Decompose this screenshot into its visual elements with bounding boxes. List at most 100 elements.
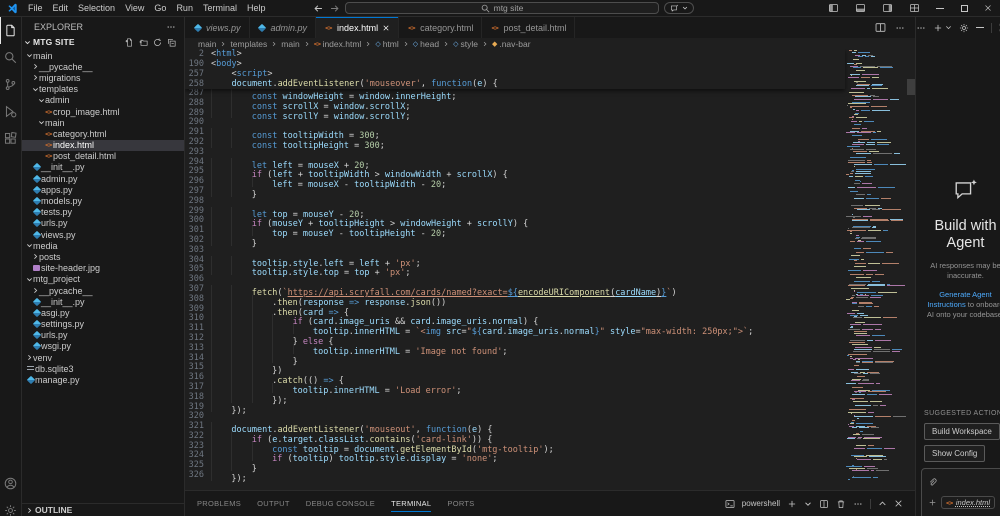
- toggle-panel-icon[interactable]: [855, 3, 866, 13]
- menu-help[interactable]: Help: [242, 0, 271, 16]
- panel-tab-terminal[interactable]: TERMINAL: [391, 496, 431, 512]
- chat-settings-gear-icon[interactable]: [959, 23, 969, 33]
- breadcrumb-item-style[interactable]: ◇style: [453, 39, 478, 49]
- tree-item-site-header.jpg[interactable]: site-header.jpg: [22, 263, 184, 274]
- tree-item-posts[interactable]: posts: [22, 251, 184, 262]
- tree-item-venv[interactable]: venv: [22, 352, 184, 363]
- tree-item-admin.py[interactable]: admin.py: [22, 173, 184, 184]
- minimize-button[interactable]: [928, 0, 952, 16]
- tree-item-index.html[interactable]: <>index.html: [22, 140, 184, 151]
- hide-panel-icon[interactable]: [976, 27, 984, 28]
- activity-run-and-debug[interactable]: [0, 98, 21, 125]
- activity-settings[interactable]: [0, 497, 21, 516]
- new-folder-icon[interactable]: [139, 38, 148, 47]
- copilot-menu-button[interactable]: [664, 2, 694, 14]
- tree-item-migrations[interactable]: migrations: [22, 72, 184, 83]
- tab-post_detail.html[interactable]: <>post_detail.html: [482, 17, 575, 38]
- tree-item-mtg_project[interactable]: mtg_project: [22, 274, 184, 285]
- panel-more-icon[interactable]: [853, 499, 863, 509]
- menu-terminal[interactable]: Terminal: [198, 0, 242, 16]
- tree-item-__pycache__[interactable]: __pycache__: [22, 285, 184, 296]
- refresh-icon[interactable]: [153, 38, 162, 47]
- context-chip[interactable]: <> index.html: [941, 496, 995, 509]
- activity-search[interactable]: [0, 44, 21, 71]
- chat-more-icon[interactable]: [916, 23, 926, 33]
- add-context-icon[interactable]: [928, 498, 937, 507]
- tree-item-asgi.py[interactable]: asgi.py: [22, 307, 184, 318]
- minimap[interactable]: [846, 49, 906, 490]
- tree-item-urls.py[interactable]: urls.py: [22, 218, 184, 229]
- menu-run[interactable]: Run: [171, 0, 198, 16]
- activity-account[interactable]: [0, 470, 21, 497]
- toggle-secondary-sidebar-icon[interactable]: [882, 3, 893, 13]
- breadcrumb-item-main[interactable]: main: [281, 39, 299, 49]
- tree-item-wsgi.py[interactable]: wsgi.py: [22, 341, 184, 352]
- tree-item-__init__.py[interactable]: __init__.py: [22, 162, 184, 173]
- tree-item-main[interactable]: main: [22, 50, 184, 61]
- tree-item-post_detail.html[interactable]: <>post_detail.html: [22, 151, 184, 162]
- action-button-build-workspace[interactable]: Build Workspace: [924, 423, 1000, 440]
- breadcrumb-item-head[interactable]: ◇head: [413, 39, 439, 49]
- tree-item-category.html[interactable]: <>category.html: [22, 128, 184, 139]
- menu-edit[interactable]: Edit: [48, 0, 74, 16]
- tab-views.py[interactable]: views.py: [185, 17, 250, 38]
- explorer-more-icon[interactable]: [166, 22, 176, 32]
- tree-item-models.py[interactable]: models.py: [22, 195, 184, 206]
- tree-item-apps.py[interactable]: apps.py: [22, 184, 184, 195]
- tab-admin.py[interactable]: admin.py: [250, 17, 317, 38]
- breadcrumb-item-nav-bar[interactable]: ◆.nav-bar: [492, 39, 531, 49]
- action-button-show-config[interactable]: Show Config: [924, 445, 985, 462]
- panel-tab-output[interactable]: OUTPUT: [257, 496, 290, 511]
- breadcrumb-item-templates[interactable]: templates: [230, 39, 267, 49]
- panel-tab-problems[interactable]: PROBLEMS: [197, 496, 241, 511]
- chat-input-box[interactable]: <> index.html Describe what to buil: [921, 468, 1000, 516]
- tree-item-tests.py[interactable]: tests.py: [22, 207, 184, 218]
- tree-item-media[interactable]: media: [22, 240, 184, 251]
- tab-index.html[interactable]: <>index.html: [316, 17, 399, 38]
- tree-item-settings.py[interactable]: settings.py: [22, 319, 184, 330]
- activity-source-control[interactable]: [0, 71, 21, 98]
- menu-view[interactable]: View: [120, 0, 149, 16]
- maximize-panel-icon[interactable]: [878, 499, 887, 508]
- outline-section[interactable]: OUTLINE: [22, 503, 184, 516]
- toggle-primary-sidebar-icon[interactable]: [828, 3, 839, 13]
- tree-item-urls.py[interactable]: urls.py: [22, 330, 184, 341]
- project-section-header[interactable]: MTG SITE: [22, 36, 184, 48]
- tab-category.html[interactable]: <>category.html: [399, 17, 482, 38]
- tree-item-__pycache__[interactable]: __pycache__: [22, 61, 184, 72]
- back-arrow-icon[interactable]: [313, 3, 324, 14]
- activity-extensions[interactable]: [0, 125, 21, 152]
- menu-selection[interactable]: Selection: [73, 0, 120, 16]
- terminal-dropdown-icon[interactable]: [804, 500, 812, 508]
- tree-item-main[interactable]: main: [22, 117, 184, 128]
- breadcrumb-item-html[interactable]: ◇html: [375, 39, 398, 49]
- maximize-button[interactable]: [952, 0, 976, 16]
- tree-item-views.py[interactable]: views.py: [22, 229, 184, 240]
- editor-scrollbar[interactable]: [907, 79, 915, 95]
- close-window-button[interactable]: [976, 0, 1000, 16]
- breadcrumb-item-main[interactable]: main: [198, 39, 216, 49]
- shell-label[interactable]: powershell: [742, 499, 780, 508]
- menu-file[interactable]: File: [23, 0, 48, 16]
- tree-item-crop_image.html[interactable]: <>crop_image.html: [22, 106, 184, 117]
- activity-explorer[interactable]: [0, 17, 21, 44]
- tree-item-admin[interactable]: admin: [22, 95, 184, 106]
- collapse-all-icon[interactable]: [167, 38, 176, 47]
- code-editor[interactable]: 2<html>190<body>257 <script>258 document…: [185, 49, 915, 490]
- new-terminal-icon[interactable]: [787, 499, 797, 509]
- panel-tab-ports[interactable]: PORTS: [447, 496, 474, 511]
- tree-item-db.sqlite3[interactable]: db.sqlite3: [22, 363, 184, 374]
- tree-item-templates[interactable]: templates: [22, 84, 184, 95]
- new-chat-button[interactable]: [933, 23, 952, 33]
- panel-tab-debug-console[interactable]: DEBUG CONSOLE: [306, 496, 375, 511]
- attach-context-icon[interactable]: [928, 478, 937, 487]
- tree-item-__init__.py[interactable]: __init__.py: [22, 296, 184, 307]
- new-file-icon[interactable]: [125, 38, 134, 47]
- forward-arrow-icon[interactable]: [329, 3, 340, 14]
- kill-terminal-icon[interactable]: [836, 499, 846, 509]
- tree-item-manage.py[interactable]: manage.py: [22, 374, 184, 385]
- breadcrumb-item-index.html[interactable]: <>index.html: [314, 39, 362, 49]
- breadcrumb[interactable]: main templates main <>index.html ◇html ◇head ◇…: [185, 38, 915, 49]
- customize-layout-icon[interactable]: [909, 3, 920, 13]
- menu-go[interactable]: Go: [149, 0, 171, 16]
